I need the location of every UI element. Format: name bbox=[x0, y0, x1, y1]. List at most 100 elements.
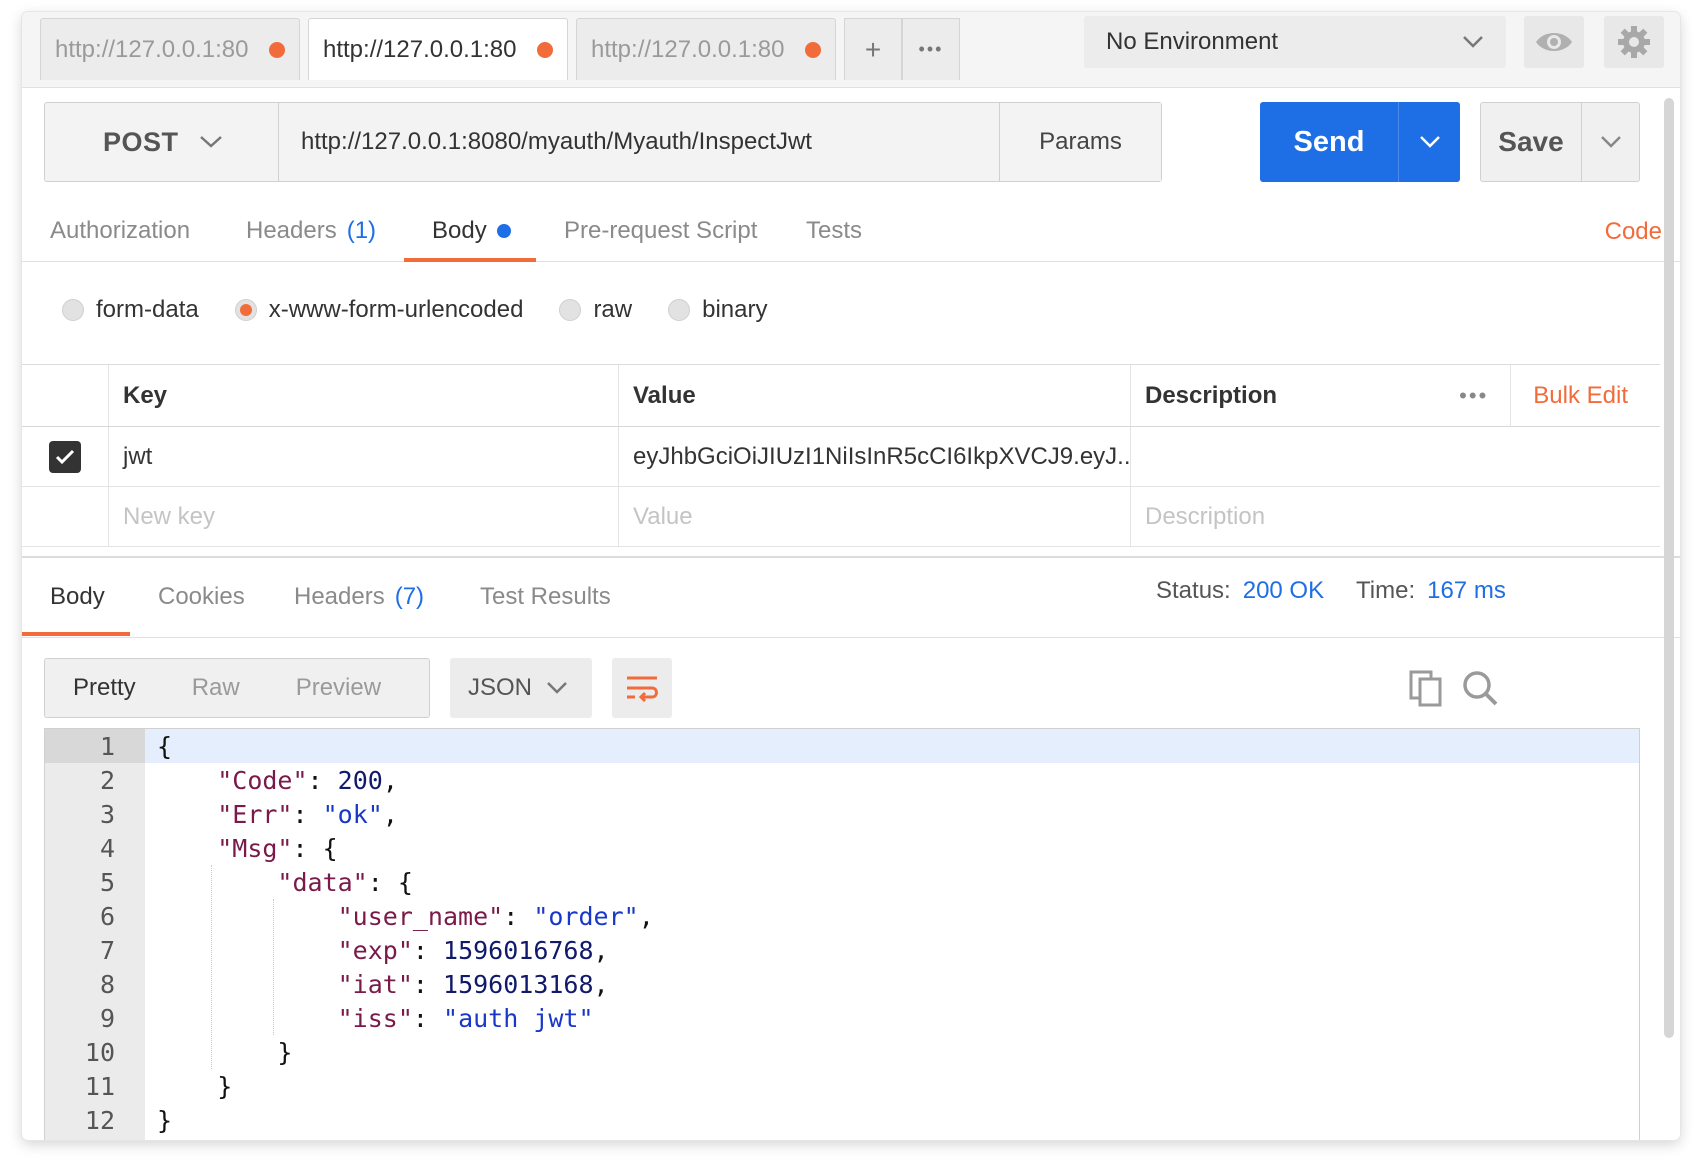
search-response-button[interactable] bbox=[1456, 664, 1504, 712]
send-label: Send bbox=[1293, 125, 1365, 158]
response-tab-body[interactable]: Body bbox=[50, 558, 105, 636]
line-number: 10 bbox=[84, 1037, 115, 1067]
request-tab-label: http://127.0.0.1:80 bbox=[323, 35, 517, 63]
new-description-input[interactable]: Description bbox=[1130, 487, 1660, 546]
more-icon: ••• bbox=[918, 39, 944, 59]
request-tab-2[interactable]: http://127.0.0.1:80 bbox=[308, 18, 568, 80]
radio-x-www-form-urlencoded[interactable]: x-www-form-urlencoded bbox=[234, 296, 523, 324]
param-key-cell[interactable]: jwt bbox=[108, 427, 618, 486]
line-number: 5 bbox=[99, 867, 115, 897]
tab-headers[interactable]: Headers (1) bbox=[246, 200, 376, 262]
body-params-table: Key Value Description ••• Bulk Edit jwt … bbox=[22, 364, 1660, 547]
save-button[interactable]: Save bbox=[1480, 102, 1640, 182]
response-view-toggle: Pretty Raw Preview bbox=[44, 658, 430, 718]
request-tab-label: http://127.0.0.1:80 bbox=[55, 35, 249, 63]
headers-count-badge: (1) bbox=[346, 217, 377, 244]
url-input[interactable] bbox=[279, 103, 999, 181]
window-scrollbar[interactable] bbox=[1664, 98, 1674, 1038]
response-tab-test-results[interactable]: Test Results bbox=[480, 558, 611, 636]
table-header-check bbox=[22, 365, 108, 426]
environment-label: No Environment bbox=[1106, 28, 1279, 55]
code-line: 9 "iss": "auth jwt" bbox=[45, 1001, 1639, 1035]
tab-tests[interactable]: Tests bbox=[806, 200, 862, 262]
code-line: 6 "user_name": "order", bbox=[45, 899, 1639, 933]
radio-binary[interactable]: binary bbox=[668, 296, 767, 324]
new-key-input[interactable]: New key bbox=[108, 487, 618, 546]
line-number: 12 bbox=[84, 1105, 115, 1135]
code-line: 5 "data": { bbox=[45, 865, 1639, 899]
code-line: 2 "Code": 200, bbox=[45, 763, 1639, 797]
request-tab-3[interactable]: http://127.0.0.1:80 bbox=[576, 18, 836, 80]
time-label: Time: bbox=[1356, 577, 1416, 604]
unsaved-dot-icon bbox=[269, 41, 285, 58]
tab-prerequest-script[interactable]: Pre-request Script bbox=[564, 200, 757, 262]
chevron-down-icon bbox=[1463, 36, 1483, 48]
tab-body[interactable]: Body bbox=[432, 200, 511, 262]
environment-quick-look-button[interactable] bbox=[1524, 16, 1584, 68]
request-bar: POST Params bbox=[44, 102, 1162, 182]
postman-window: http://127.0.0.1:80 http://127.0.0.1:80 … bbox=[22, 12, 1680, 1140]
tab-authorization[interactable]: Authorization bbox=[50, 200, 190, 262]
copy-response-button[interactable] bbox=[1402, 664, 1450, 712]
response-body-viewer[interactable]: 1{2 "Code": 200, 3 "Err": "ok", 4 "Msg": {… bbox=[44, 728, 1640, 1140]
save-options-button[interactable] bbox=[1581, 103, 1639, 181]
send-button[interactable]: Send bbox=[1260, 102, 1460, 182]
send-options-button[interactable] bbox=[1398, 102, 1460, 182]
code-text: "iss": "auth jwt" bbox=[337, 1003, 594, 1033]
generate-code-link[interactable]: Code bbox=[1605, 218, 1662, 246]
code-text: } bbox=[277, 1037, 293, 1067]
view-preview-button[interactable]: Preview bbox=[240, 674, 381, 702]
tab-label: Test Results bbox=[480, 583, 611, 610]
view-raw-button[interactable]: Raw bbox=[136, 674, 240, 702]
gear-icon bbox=[1618, 26, 1650, 58]
param-description-cell[interactable] bbox=[1130, 427, 1660, 486]
new-tab-button[interactable]: + bbox=[844, 18, 902, 80]
method-select[interactable]: POST bbox=[45, 103, 279, 181]
radio-form-data[interactable]: form-data bbox=[62, 296, 199, 324]
body-type-selector: form-data x-www-form-urlencoded raw bina… bbox=[62, 296, 803, 324]
params-button[interactable]: Params bbox=[999, 103, 1161, 181]
radio-label: form-data bbox=[96, 296, 199, 323]
status-label: Status: bbox=[1156, 577, 1231, 604]
response-tab-headers[interactable]: Headers (7) bbox=[294, 558, 424, 636]
eye-icon bbox=[1536, 33, 1572, 51]
code-text: } bbox=[157, 1105, 173, 1135]
more-options-button[interactable]: ••• bbox=[1459, 365, 1512, 427]
wrap-lines-button[interactable] bbox=[612, 658, 672, 718]
indent-guide bbox=[211, 865, 212, 1069]
tab-label: Headers bbox=[294, 583, 385, 610]
request-tab-1[interactable]: http://127.0.0.1:80 bbox=[40, 18, 300, 80]
table-header-row: Key Value Description ••• Bulk Edit bbox=[22, 365, 1660, 427]
view-pretty-button[interactable]: Pretty bbox=[45, 674, 136, 702]
response-status: Status: 200 OK bbox=[1156, 558, 1324, 624]
radio-circle bbox=[234, 299, 257, 321]
wrap-lines-icon bbox=[627, 676, 658, 702]
param-value-cell[interactable]: eyJhbGciOiJIUzI1NiIsInR5cCI6IkpXVCJ9.eyJ… bbox=[618, 427, 1130, 486]
manage-environments-button[interactable] bbox=[1604, 16, 1664, 68]
new-value-input[interactable]: Value bbox=[618, 487, 1130, 546]
response-format-select[interactable]: JSON bbox=[450, 658, 592, 718]
line-number: 8 bbox=[99, 969, 115, 999]
more-tabs-button[interactable]: ••• bbox=[902, 18, 960, 80]
code-text: "Code": 200, bbox=[217, 765, 398, 795]
radio-raw[interactable]: raw bbox=[559, 296, 632, 324]
method-label: POST bbox=[103, 126, 179, 157]
response-tab-cookies[interactable]: Cookies bbox=[158, 558, 245, 636]
format-label: JSON bbox=[468, 674, 533, 701]
bulk-edit-link[interactable]: Bulk Edit bbox=[1533, 382, 1628, 410]
line-number: 7 bbox=[99, 935, 115, 965]
radio-label: binary bbox=[702, 296, 768, 323]
line-number: 4 bbox=[99, 833, 115, 863]
code-line: 12} bbox=[45, 1103, 1639, 1137]
radio-circle bbox=[668, 299, 691, 321]
chevron-down-icon bbox=[1419, 136, 1440, 148]
tab-label: Headers bbox=[246, 217, 337, 244]
response-time: Time: 167 ms bbox=[1356, 558, 1506, 624]
table-row: jwt eyJhbGciOiJIUzI1NiIsInR5cCI6IkpXVCJ9… bbox=[22, 427, 1660, 487]
row-enabled-checkbox[interactable] bbox=[22, 427, 108, 486]
code-line: 10 } bbox=[45, 1035, 1639, 1069]
environment-select[interactable]: No Environment bbox=[1084, 16, 1506, 68]
request-tab-label: http://127.0.0.1:80 bbox=[591, 35, 785, 63]
tab-label: Cookies bbox=[158, 583, 245, 610]
line-number: 3 bbox=[99, 799, 115, 829]
